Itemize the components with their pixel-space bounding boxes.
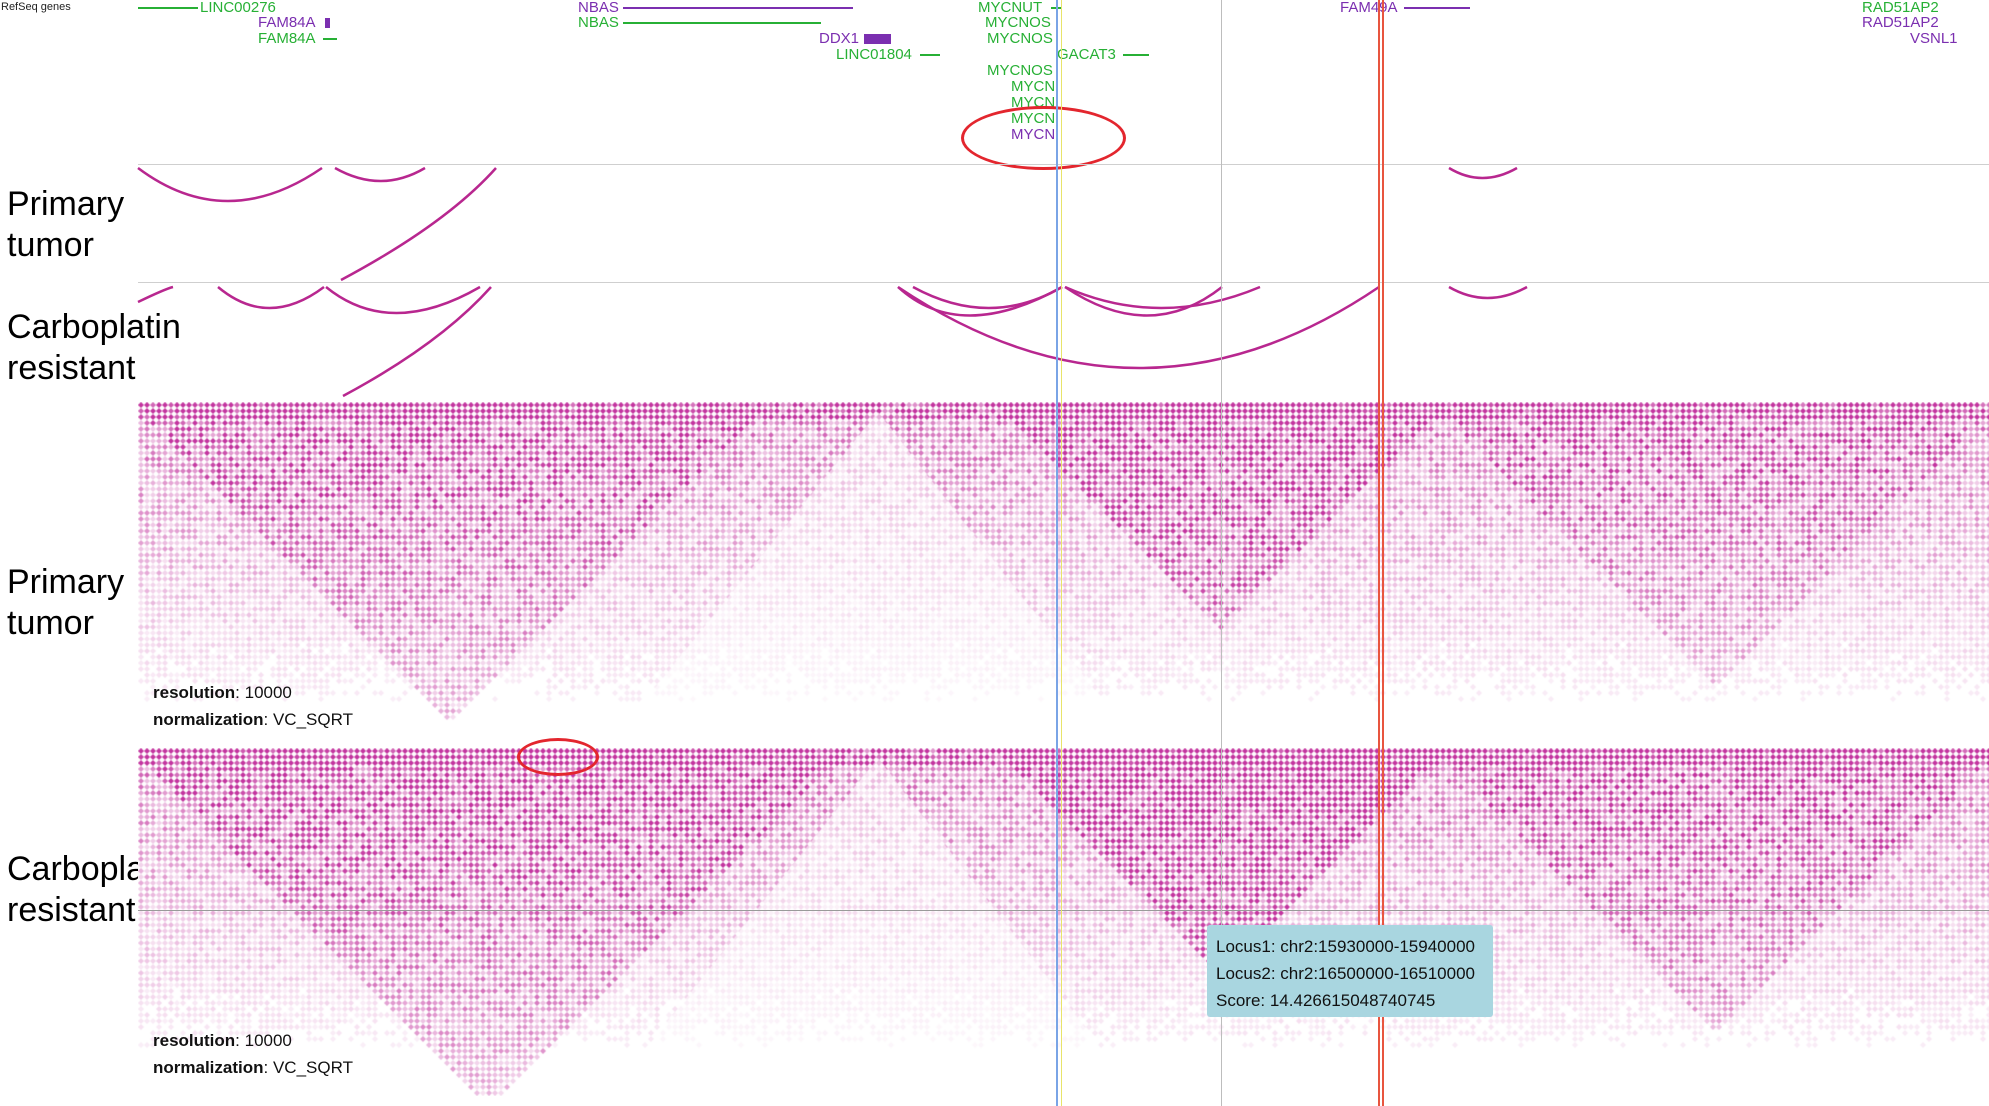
hic-primary-label-line2: tumor xyxy=(7,604,94,642)
gene-mycnos-1-label: MYCNOS xyxy=(985,14,1051,31)
hic-map-carbo[interactable]: resolution: 10000 normalization: VC_SQRT xyxy=(138,748,1989,1096)
gene-gacat3[interactable]: GACAT3 xyxy=(1057,47,1157,63)
gene-rad51ap2-2-label: RAD51AP2 xyxy=(1862,14,1939,31)
loop-arc xyxy=(325,285,481,315)
gene-vsnl1[interactable]: VSNL1 xyxy=(1910,31,1989,47)
tooltip-locus1: Locus1: chr2:15930000-15940000 xyxy=(1216,937,1475,956)
gene-mycnos-2-label: MYCNOS xyxy=(987,30,1053,47)
gene-gacat3-label: GACAT3 xyxy=(1057,46,1116,63)
gene-fam84a-1[interactable]: FAM84A xyxy=(258,15,338,31)
hic-primary-normalization: normalization: VC_SQRT xyxy=(153,706,353,733)
tooltip-score: Score: 14.426615048740745 xyxy=(1216,991,1436,1010)
gene-ddx1-label: DDX1 xyxy=(819,30,860,47)
normalization-value: : VC_SQRT xyxy=(263,710,353,729)
tooltip-locus2: Locus2: chr2:16500000-16510000 xyxy=(1216,964,1475,983)
loop-arc xyxy=(1064,285,1223,317)
normalization-label: normalization xyxy=(153,710,264,729)
hic-carbo-info: resolution: 10000 normalization: VC_SQRT xyxy=(153,1027,353,1081)
loop-arc xyxy=(1448,285,1528,300)
gene-linc01804-label: LINC01804 xyxy=(836,46,912,63)
resolution-label: resolution xyxy=(153,683,236,702)
gene-nbas-2-label: NBAS xyxy=(578,14,619,31)
normalization-label: normalization xyxy=(153,1058,264,1077)
track-divider xyxy=(138,282,1989,283)
hic-tooltip: Locus1: chr2:15930000-15940000 Locus2: c… xyxy=(1207,925,1493,1017)
gene-mycnos-3[interactable]: MYCNOS xyxy=(987,63,1067,79)
gene-ddx1-box xyxy=(864,34,891,44)
arc-track-carbo xyxy=(137,285,1528,398)
hic-primary-label-line1: Primary xyxy=(7,563,125,601)
hic-primary-info: resolution: 10000 normalization: VC_SQRT xyxy=(153,679,353,733)
hic-primary-resolution: resolution: 10000 xyxy=(153,679,353,706)
gene-mycn-1[interactable]: MYCN xyxy=(1011,79,1071,95)
gene-vsnl1-label: VSNL1 xyxy=(1910,30,1958,47)
gene-linc00276-line xyxy=(138,7,198,9)
annotation-ellipse-mycn xyxy=(961,106,1126,170)
hic-carbo-resolution: resolution: 10000 xyxy=(153,1027,353,1054)
normalization-value: : VC_SQRT xyxy=(263,1058,353,1077)
loop-arc xyxy=(137,166,323,203)
resolution-label: resolution xyxy=(153,1031,236,1050)
gene-linc01804-line xyxy=(920,54,940,56)
gene-fam84a-1-box xyxy=(325,18,330,28)
resolution-value: : 10000 xyxy=(235,1031,292,1050)
guide-line-yellow xyxy=(1061,0,1062,1106)
hic-primary-label: Primary tumor xyxy=(7,562,124,644)
hic-heatmap-carbo[interactable] xyxy=(138,748,1989,1096)
gene-fam49a-line xyxy=(1404,7,1470,9)
arc-track-primary xyxy=(137,166,1518,282)
refseq-track-title: RefSeq genes xyxy=(1,1,71,13)
crosshair-horizontal xyxy=(138,910,1989,911)
loop-arc xyxy=(137,285,174,304)
gene-fam84a-2-label: FAM84A xyxy=(258,30,316,47)
resolution-value: : 10000 xyxy=(235,683,292,702)
gene-fam84a-2-line xyxy=(323,38,337,40)
hic-heatmap-primary[interactable] xyxy=(138,402,1989,746)
gene-mycnos-3-label: MYCNOS xyxy=(987,62,1053,79)
arc-group-primary xyxy=(137,166,1518,282)
gene-fam49a-label: FAM49A xyxy=(1340,0,1398,16)
loop-arc xyxy=(912,285,1063,310)
gene-rad51ap2-2[interactable]: RAD51AP2 xyxy=(1862,15,1989,31)
gene-gacat3-line xyxy=(1123,54,1149,56)
arc-group-carbo xyxy=(137,285,1528,398)
gene-nbas-1-line xyxy=(623,7,853,9)
gene-nbas-2-line xyxy=(623,22,821,24)
gene-fam84a-2[interactable]: FAM84A xyxy=(258,31,348,47)
loop-arc xyxy=(1064,285,1261,310)
loop-arc xyxy=(340,167,497,282)
gene-fam49a[interactable]: FAM49A xyxy=(1340,0,1480,16)
hic-carbo-normalization: normalization: VC_SQRT xyxy=(153,1054,353,1081)
gene-ddx1[interactable]: DDX1 xyxy=(819,31,899,47)
loop-arc xyxy=(897,285,1380,370)
gene-mycnos-1[interactable]: MYCNOS xyxy=(985,15,1065,31)
guide-line-blue xyxy=(1056,0,1058,1106)
gene-mycnos-2[interactable]: MYCNOS xyxy=(987,31,1067,47)
annotation-ellipse-hic xyxy=(517,738,599,776)
loop-arc xyxy=(342,286,492,398)
loop-arc xyxy=(1448,166,1518,180)
gene-nbas-1[interactable]: NBAS xyxy=(578,0,858,16)
gene-nbas-2[interactable]: NBAS xyxy=(578,15,828,31)
gene-fam84a-1-label: FAM84A xyxy=(258,14,316,31)
gene-linc01804[interactable]: LINC01804 xyxy=(836,47,946,63)
loop-arc xyxy=(334,166,426,183)
loop-arc xyxy=(217,285,325,310)
hic-map-primary[interactable]: resolution: 10000 normalization: VC_SQRT xyxy=(138,402,1989,746)
gene-mycn-1-label: MYCN xyxy=(1011,78,1056,95)
